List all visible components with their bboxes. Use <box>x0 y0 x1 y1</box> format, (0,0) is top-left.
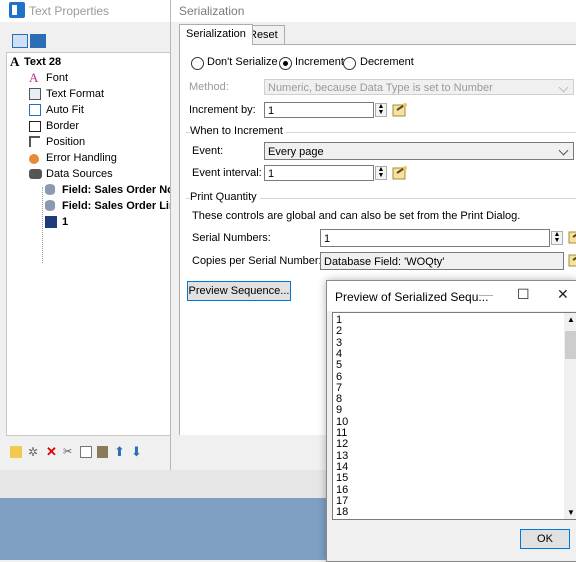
move-down-icon[interactable]: ⬇ <box>131 445 143 458</box>
serial-number-icon <box>45 216 57 228</box>
print-quantity-title: Print Quantity <box>190 191 260 203</box>
chevron-down-icon <box>558 145 569 156</box>
preview-title: Preview of Serialized Sequ... <box>335 290 489 304</box>
tree-item-label: Data Sources <box>46 168 113 180</box>
auto-fit-icon <box>29 104 41 116</box>
maximize-button[interactable]: ☐ <box>517 286 530 303</box>
tree-item-label: Text 28 <box>24 56 62 68</box>
sequence-item[interactable]: 15 <box>336 473 348 484</box>
method-select: Numeric, because Data Type is set to Num… <box>264 79 574 95</box>
sequence-item[interactable]: 9 <box>336 405 342 416</box>
list-scrollbar[interactable]: ▲ ▼ <box>564 313 576 519</box>
text-properties-titlebar: Text Properties <box>0 0 180 22</box>
delete-icon[interactable]: ✕ <box>46 445 58 458</box>
app-logo-icon <box>9 2 25 18</box>
increment-by-wizard-icon[interactable] <box>392 102 408 117</box>
copy-icon[interactable] <box>80 446 92 458</box>
sequence-list[interactable]: 1 2 3 4 5 6 7 8 9 10 11 12 13 14 15 16 17 18 ▲ ▼ <box>332 312 576 520</box>
event-select[interactable]: Every page <box>264 142 574 160</box>
tree-item-label: Field: Sales Order No <box>62 184 174 196</box>
serial-numbers-spinner[interactable]: ▲ ▼ <box>551 231 563 245</box>
copies-wizard-icon[interactable] <box>568 252 576 267</box>
increment-label: Increment <box>295 56 344 68</box>
serialization-title: Serialization <box>179 4 245 18</box>
event-label: Event: <box>192 145 224 157</box>
collapse-all-icon[interactable] <box>30 34 46 48</box>
event-value: Every page <box>268 146 324 158</box>
tab-serialization[interactable]: Serialization <box>179 24 253 45</box>
sequence-item[interactable]: 18 <box>336 507 348 518</box>
increment-by-input[interactable]: 1 <box>264 102 374 118</box>
sequence-item[interactable]: 13 <box>336 450 348 462</box>
error-handling-icon <box>29 154 39 164</box>
dont-serialize-label: Don't Serialize <box>207 56 278 68</box>
text-properties-title: Text Properties <box>29 4 110 18</box>
scroll-down-icon[interactable]: ▼ <box>567 508 575 517</box>
when-to-increment-title: When to Increment <box>190 125 286 137</box>
serial-numbers-input[interactable]: 1 <box>320 229 550 247</box>
tree-item-label: Font <box>46 72 69 84</box>
copies-per-serial-input[interactable]: Database Field: 'WOQty' <box>320 252 564 270</box>
event-interval-input[interactable]: 1 <box>264 165 374 181</box>
data-source-toolbar: ✲ ✕ ✂ ⬆ ⬇ <box>6 444 180 462</box>
sequence-item[interactable]: 16 <box>336 484 348 496</box>
tree-item-label: Position <box>46 136 86 148</box>
data-sources-icon <box>29 169 42 179</box>
decrement-label: Decrement <box>360 56 414 68</box>
preview-sequence-button[interactable]: Preview Sequence... <box>187 281 291 301</box>
event-interval-label: Event interval: <box>192 167 262 179</box>
expand-all-icon[interactable] <box>12 34 28 48</box>
sequence-item[interactable]: 12 <box>336 439 348 450</box>
serialization-titlebar: Serialization <box>171 0 576 22</box>
preview-titlebar: Preview of Serialized Sequ... — ☐ ✕ <box>327 281 576 311</box>
paste-icon[interactable] <box>97 446 108 458</box>
text-properties-window: Text Properties A Text 28 A Font Text Fo… <box>0 0 330 560</box>
position-icon <box>29 136 40 147</box>
tree-item-label: Auto Fit <box>46 104 84 116</box>
database-field-icon <box>45 200 55 211</box>
border-icon <box>29 121 41 132</box>
dont-serialize-radio[interactable] <box>191 57 204 70</box>
move-up-icon[interactable]: ⬆ <box>114 445 126 458</box>
scroll-thumb[interactable] <box>565 331 576 359</box>
decrement-radio[interactable] <box>343 57 356 70</box>
sequence-item[interactable]: 3 <box>336 337 342 349</box>
new-icon[interactable] <box>10 446 22 458</box>
desktop-background <box>0 498 330 560</box>
method-label: Method: <box>189 81 229 93</box>
preview-window: Preview of Serialized Sequ... — ☐ ✕ 1234… <box>326 280 576 562</box>
tree-item-label: Field: Sales Order Line N <box>62 200 181 212</box>
taskbar-strip <box>0 470 330 498</box>
copies-per-serial-label: Copies per Serial Number: <box>192 255 322 267</box>
event-interval-spinner[interactable]: ▲ ▼ <box>375 166 387 180</box>
tree-toolbar <box>8 32 48 50</box>
chevron-down-icon <box>558 82 569 93</box>
sequence-item[interactable]: 2 <box>336 326 342 337</box>
tree-item-label: Error Handling <box>46 152 117 164</box>
serial-numbers-label: Serial Numbers: <box>192 232 271 244</box>
ok-button[interactable]: OK <box>520 529 570 549</box>
print-quantity-note: These controls are global and can also b… <box>192 210 521 222</box>
wizard-icon[interactable]: ✲ <box>28 446 40 458</box>
tree-item-label: Text Format <box>46 88 105 100</box>
increment-radio[interactable] <box>279 57 292 70</box>
increment-by-spinner[interactable]: ▲ ▼ <box>375 103 387 117</box>
properties-tree: A Text 28 A Font Text Format Auto Fit Bo… <box>6 52 181 436</box>
database-field-icon <box>45 184 55 195</box>
close-button[interactable]: ✕ <box>557 286 569 303</box>
scroll-up-icon[interactable]: ▲ <box>567 315 575 324</box>
font-icon: A <box>29 70 39 85</box>
sequence-item[interactable]: 5 <box>336 360 342 371</box>
text-object-icon: A <box>10 54 20 69</box>
text-format-icon <box>29 88 41 100</box>
event-interval-wizard-icon[interactable] <box>392 165 408 180</box>
minimize-button[interactable]: — <box>479 286 493 302</box>
tree-item-label: Border <box>46 120 80 132</box>
cut-icon[interactable]: ✂ <box>63 446 75 458</box>
serial-numbers-wizard-icon[interactable] <box>568 229 576 244</box>
tree-item-label: 1 <box>62 216 69 228</box>
increment-by-label: Increment by: <box>189 104 256 116</box>
method-value: Numeric, because Data Type is set to Num… <box>268 82 493 94</box>
sequence-item[interactable]: 6 <box>336 371 342 383</box>
